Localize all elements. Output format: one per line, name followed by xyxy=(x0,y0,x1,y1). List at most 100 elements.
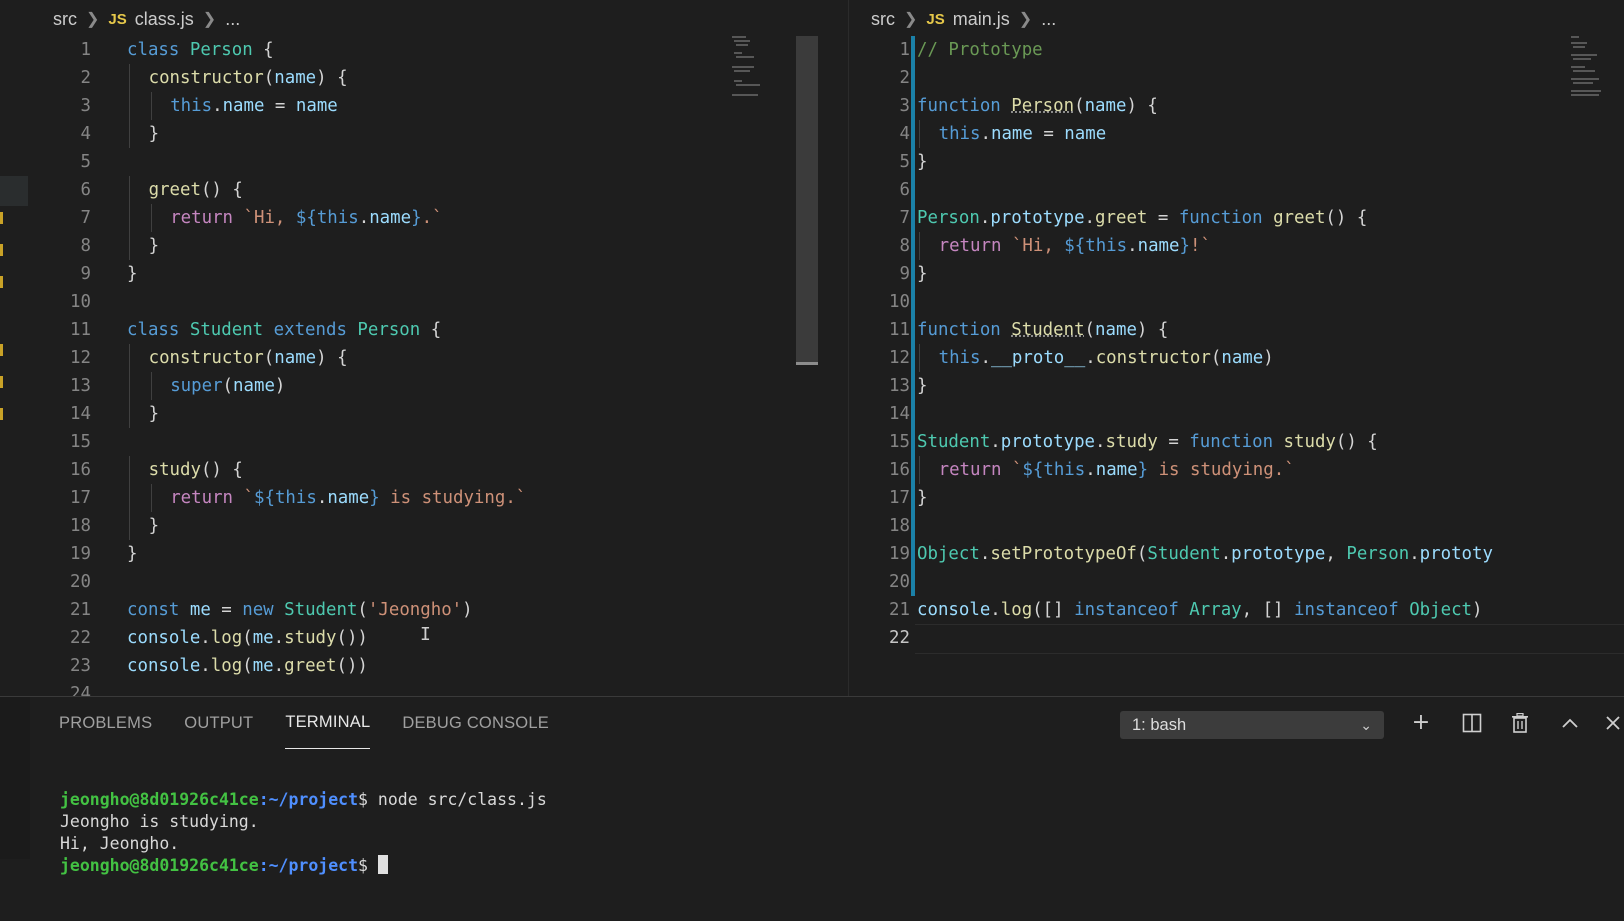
indent-guide xyxy=(129,512,130,540)
code-token: } xyxy=(148,124,160,144)
minimap[interactable] xyxy=(732,36,792,96)
code-line[interactable]: 24 xyxy=(30,680,848,696)
breadcrumb-folder[interactable]: src xyxy=(53,9,77,30)
code-token: name xyxy=(990,124,1033,144)
code-line[interactable]: 13} xyxy=(849,372,1624,400)
code-text: console.log([] instanceof Array, [] inst… xyxy=(917,596,1483,624)
code-line[interactable]: 20 xyxy=(849,568,1624,596)
code-token: name xyxy=(274,348,317,368)
code-token: . xyxy=(212,96,223,116)
breadcrumb-symbol[interactable]: ... xyxy=(1041,9,1056,30)
activity-selected-item[interactable] xyxy=(0,176,28,206)
code-text: } xyxy=(149,232,159,260)
git-change-marker xyxy=(0,344,3,356)
code-line[interactable]: 23 console.log(me.greet()) xyxy=(30,652,848,680)
code-line[interactable]: 12 this.__proto__.constructor(name) xyxy=(849,344,1624,372)
code-line[interactable]: 3 this.name = name xyxy=(30,92,848,120)
close-icon[interactable] xyxy=(1598,709,1622,737)
editor-group-right[interactable]: src ❯ JS main.js ❯ ... 1 // Prototype 2 3 fu… xyxy=(848,0,1624,696)
code-line[interactable]: 8 return `Hi, ${this.name}!` xyxy=(849,232,1624,260)
breadcrumb-symbol[interactable]: ... xyxy=(225,9,240,30)
line-number: 9 xyxy=(80,264,91,284)
code-line[interactable]: 2 constructor(name) { xyxy=(30,64,848,92)
code-line[interactable]: 14} xyxy=(30,400,848,428)
code-line[interactable]: 16 return `${this.name} is studying.` xyxy=(849,456,1624,484)
line-number: 22 xyxy=(889,628,910,648)
editor-scrollbar[interactable] xyxy=(796,36,818,362)
code-line[interactable]: 5 xyxy=(30,148,848,176)
code-line[interactable]: 9} xyxy=(849,260,1624,288)
code-token: { xyxy=(420,320,442,340)
tab-output[interactable]: OUTPUT xyxy=(184,697,253,749)
code-line[interactable]: 7 Person.prototype.greet = function greet… xyxy=(849,204,1624,232)
editor-group-left[interactable]: src ❯ JS class.js ❯ ... 1 class Person {2… xyxy=(30,0,848,696)
code-token: // Prototype xyxy=(917,40,1043,60)
code-line[interactable]: 20 xyxy=(30,568,848,596)
code-text: this.__proto__.constructor(name) xyxy=(939,344,1274,372)
code-line[interactable]: 21 console.log([] instanceof Array, [] in… xyxy=(849,596,1624,624)
line-number: 7 xyxy=(80,208,91,228)
breadcrumb-folder[interactable]: src xyxy=(871,9,895,30)
code-line[interactable]: 6 xyxy=(849,176,1624,204)
breadcrumb-file[interactable]: main.js xyxy=(953,9,1010,30)
code-line[interactable]: 4} xyxy=(30,120,848,148)
code-line[interactable]: 8} xyxy=(30,232,848,260)
minimap[interactable] xyxy=(1571,36,1624,96)
code-line[interactable]: 3 function Person(name) { xyxy=(849,92,1624,120)
tab-debug-console[interactable]: DEBUG CONSOLE xyxy=(402,697,549,749)
code-line[interactable]: 11 function Student(name) { xyxy=(849,316,1624,344)
code-line[interactable]: 10 xyxy=(849,288,1624,316)
code-line[interactable]: 9} xyxy=(30,260,848,288)
terminal-output[interactable]: jeongho@8d01926c41ce:~/project$ node src… xyxy=(60,767,547,921)
code-line[interactable]: 17 return `${this.name} is studying.` xyxy=(30,484,848,512)
code-token: study xyxy=(1283,432,1336,452)
tab-problems[interactable]: PROBLEMS xyxy=(59,697,152,749)
code-line[interactable]: 14 xyxy=(849,400,1624,428)
prompt-symbol: $ xyxy=(358,856,368,875)
code-token: name xyxy=(295,96,338,116)
code-editor-right[interactable]: 1// Prototype 2 3 function Person(name) {4 t… xyxy=(849,36,1624,652)
code-token: . xyxy=(980,348,991,368)
code-line[interactable]: 22 xyxy=(849,624,1624,652)
tab-terminal[interactable]: TERMINAL xyxy=(285,697,371,749)
code-token: ([] xyxy=(1032,600,1075,620)
code-line[interactable]: 10 xyxy=(30,288,848,316)
code-line[interactable]: 19 Object.setPrototypeOf(Student.prototyp… xyxy=(849,540,1624,568)
code-text: console.log(me.study()) xyxy=(127,624,368,652)
code-line[interactable]: 18} xyxy=(30,512,848,540)
chevron-up-icon[interactable] xyxy=(1556,709,1584,737)
code-line[interactable]: 12 constructor(name) { xyxy=(30,344,848,372)
code-line[interactable]: 18 xyxy=(849,512,1624,540)
code-line[interactable]: 2 xyxy=(849,64,1624,92)
code-line[interactable]: 4 this.name = name xyxy=(849,120,1624,148)
code-line[interactable]: 1 class Person { xyxy=(30,36,848,64)
code-line[interactable]: 7 return `Hi, ${this.name}.` xyxy=(30,204,848,232)
code-editor-left[interactable]: 1 class Person {2 constructor(name) {3 this… xyxy=(30,36,848,696)
code-line[interactable]: 15 xyxy=(30,428,848,456)
indent-guide xyxy=(129,92,130,120)
plus-icon[interactable]: + xyxy=(1407,709,1435,737)
indent-guide xyxy=(129,120,130,148)
code-token: function xyxy=(917,320,1001,340)
code-line[interactable]: 15 Student.prototype.study = function stu… xyxy=(849,428,1624,456)
terminal-shell-select[interactable]: 1: bash ⌄ xyxy=(1120,711,1384,739)
code-token: = xyxy=(1147,208,1179,228)
code-line[interactable]: 1 // Prototype xyxy=(849,36,1624,64)
code-line[interactable]: 6 greet() { xyxy=(30,176,848,204)
code-line[interactable]: 5} xyxy=(849,148,1624,176)
terminal-line: jeongho@8d01926c41ce:~/project$ node src… xyxy=(60,789,547,811)
line-number: 17 xyxy=(70,488,91,508)
trash-icon[interactable] xyxy=(1506,709,1534,737)
code-line[interactable]: 17} xyxy=(849,484,1624,512)
code-line[interactable]: 16 study() { xyxy=(30,456,848,484)
code-line[interactable]: 13 super(name) xyxy=(30,372,848,400)
code-line[interactable]: 22 console.log(me.study()) xyxy=(30,624,848,652)
line-number: 6 xyxy=(899,180,910,200)
code-line[interactable]: 11 class Student extends Person { xyxy=(30,316,848,344)
breadcrumb-file[interactable]: class.js xyxy=(135,9,194,30)
code-line[interactable]: 21 const me = new Student('Jeongho') xyxy=(30,596,848,624)
code-token: } xyxy=(917,152,928,172)
split-terminal-icon[interactable] xyxy=(1458,709,1486,737)
code-line[interactable]: 19} xyxy=(30,540,848,568)
